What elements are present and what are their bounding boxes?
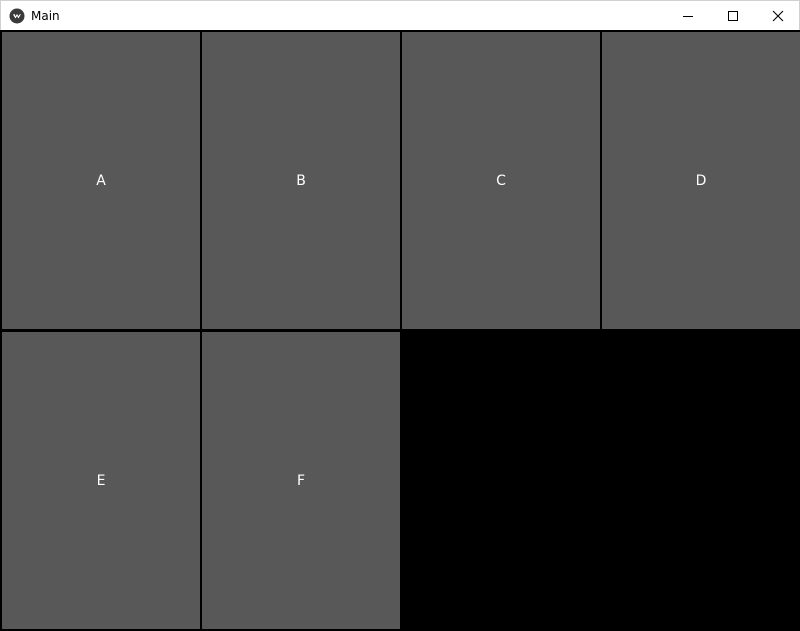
button-f[interactable]: F bbox=[202, 332, 400, 629]
window-title: Main bbox=[31, 9, 60, 23]
close-button[interactable] bbox=[755, 1, 800, 31]
close-icon bbox=[772, 10, 784, 22]
button-b[interactable]: B bbox=[202, 32, 400, 329]
maximize-icon bbox=[727, 10, 739, 22]
kivy-logo-icon bbox=[9, 8, 25, 24]
grid-layout: A B C D E F bbox=[0, 30, 800, 631]
maximize-button[interactable] bbox=[710, 1, 756, 31]
button-e[interactable]: E bbox=[2, 332, 200, 629]
minimize-icon bbox=[682, 10, 694, 22]
title-bar[interactable]: Main bbox=[0, 0, 800, 30]
button-a[interactable]: A bbox=[2, 32, 200, 329]
minimize-button[interactable] bbox=[665, 1, 711, 31]
app-window: Main A B C D E F bbox=[0, 0, 800, 631]
button-c[interactable]: C bbox=[402, 32, 600, 329]
button-d[interactable]: D bbox=[602, 32, 800, 329]
